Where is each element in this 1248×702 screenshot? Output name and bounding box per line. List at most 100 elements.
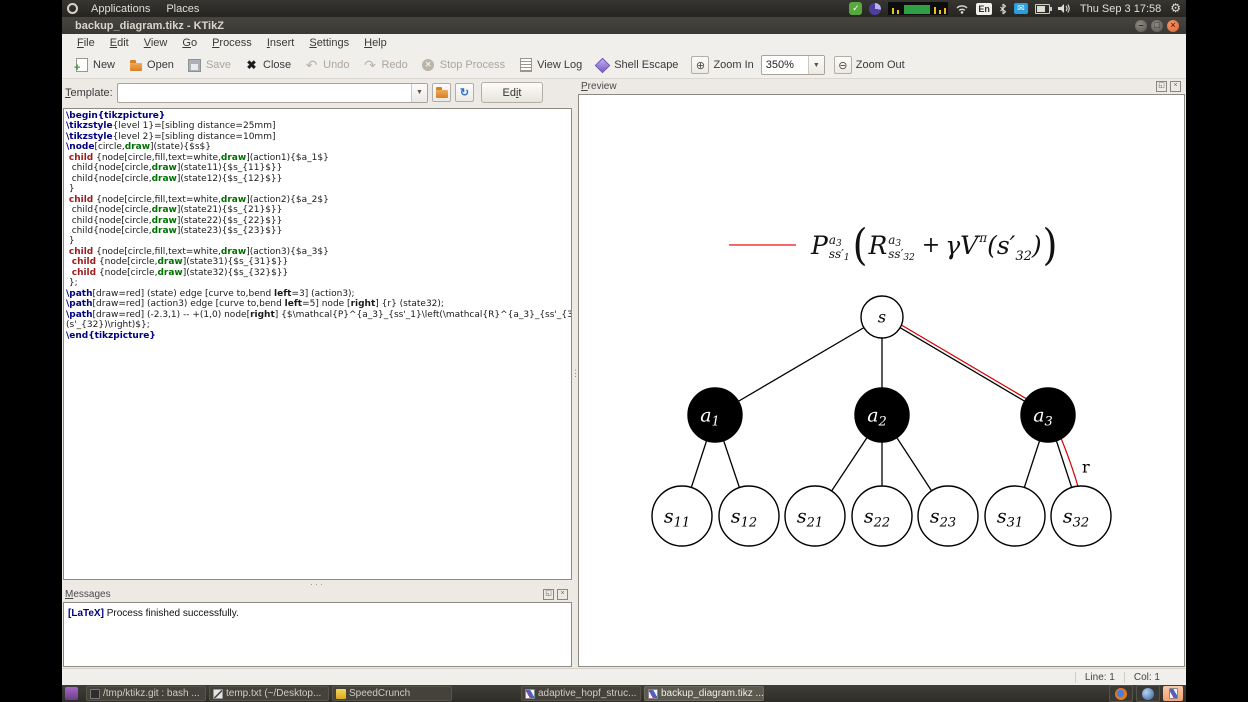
formula-gammaV: γV [945, 230, 979, 260]
code-line: \node[circle,draw](state){$s$} [66, 142, 211, 153]
messages-close-icon[interactable]: × [557, 589, 568, 600]
code-line: child{node[circle,draw](state12){$s_{12}… [66, 173, 283, 184]
undo-button[interactable]: ↶ Undo [300, 56, 356, 74]
preview-float-icon[interactable]: ◱ [1156, 81, 1167, 92]
code-line: } [66, 236, 75, 247]
zoom-out-icon: ⊖ [833, 56, 852, 74]
taskbar-window-label: /tmp/ktikz.git : bash ... [103, 688, 200, 699]
status-line: Line: 1 [1084, 671, 1115, 683]
applications-menu[interactable]: Applications [88, 2, 153, 16]
menu-help[interactable]: Help [357, 35, 395, 51]
zoom-in-button[interactable]: ⊕ Zoom In [687, 54, 755, 76]
bluetooth-icon[interactable] [999, 3, 1007, 15]
ktikz-icon [1168, 688, 1178, 699]
code-line: \begin{tikzpicture} [66, 111, 166, 121]
template-row: Template: ▼ ↻ Ed i t [62, 79, 573, 105]
close-button[interactable]: × [1167, 19, 1179, 32]
shell-escape-button[interactable]: Shell Escape [591, 56, 685, 74]
mail-icon[interactable]: ✉ [1013, 3, 1028, 14]
firefox-launcher[interactable] [1109, 685, 1133, 702]
view-log-button[interactable]: View Log [514, 56, 589, 74]
show-desktop-icon[interactable] [65, 687, 78, 700]
menu-settings[interactable]: Settings [302, 35, 357, 51]
system-load-graph[interactable] [888, 2, 949, 15]
volume-icon[interactable] [1057, 3, 1071, 14]
save-button[interactable]: Save [183, 56, 238, 74]
zoom-combo-arrow-icon[interactable]: ▼ [807, 56, 824, 74]
messages-content: [LaTeX] Process finished successfully. [63, 602, 572, 667]
folder-icon [435, 87, 448, 98]
redo-button[interactable]: ↷ Redo [358, 56, 414, 74]
code-editor[interactable]: \begin{tikzpicture} \tikzstyle{level 1}=[… [63, 108, 572, 580]
system-monitor-launcher-icon [1142, 687, 1154, 700]
desktop: Applications Places ✓ En ✉ Thu Sep 3 17:… [62, 0, 1186, 702]
taskbar-window-button[interactable]: SpeedCrunch [332, 686, 452, 701]
code-line: \path[draw=red] (action3) edge [curve to… [66, 299, 444, 310]
undo-icon: ↶ [305, 57, 318, 73]
wifi-icon[interactable] [955, 3, 969, 14]
menu-edit[interactable]: Edit [103, 35, 137, 51]
main-area: Template: ▼ ↻ Ed i t \begin{tikzpicture} \t… [62, 79, 1186, 668]
battery-icon[interactable] [1034, 3, 1052, 14]
horizontal-splitter[interactable]: ··· [62, 579, 573, 588]
menu-view[interactable]: View [137, 35, 176, 51]
maximize-button[interactable]: □ [1151, 19, 1163, 32]
new-button[interactable]: + New [70, 56, 122, 74]
menu-file[interactable]: File [70, 35, 103, 51]
redo-icon: ↷ [364, 57, 376, 73]
taskbar-window-label: backup_diagram.tikz ... [661, 688, 764, 699]
formula-close-paren: ) [1042, 220, 1058, 270]
template-reload-button[interactable]: ↻ [455, 83, 474, 102]
new-icon: + [74, 58, 89, 74]
template-edit-button[interactable]: Ed i t [481, 82, 543, 103]
window-titlebar[interactable]: backup_diagram.tikz - KTikZ – □ × [62, 17, 1186, 34]
system-monitor-launcher[interactable] [1136, 685, 1160, 702]
template-combo-arrow-icon[interactable]: ▼ [411, 83, 427, 102]
preview-column: Preview ◱ × s a1 a2 a3 s11 s12 s21 s22 s23 s31 s32… [578, 79, 1186, 668]
template-combo[interactable]: ▼ [116, 82, 428, 103]
stop-process-button[interactable]: ✕ Stop Process [417, 56, 512, 74]
taskbar-window-button[interactable]: /tmp/ktikz.git : bash ... [86, 686, 206, 701]
refresh-icon: ↻ [459, 87, 470, 99]
template-open-button[interactable] [432, 83, 451, 102]
taskbar-window-button[interactable]: adaptive_hopf_struc... [521, 686, 641, 701]
pie-indicator-icon[interactable] [869, 2, 882, 15]
zoom-out-button[interactable]: ⊖ Zoom Out [830, 54, 912, 76]
code-line: child {node[circle,draw](state31){$s_{31… [71, 257, 289, 268]
preview-header: Preview ◱ × [578, 79, 1186, 94]
messages-float-icon[interactable]: ◱ [543, 589, 554, 600]
messages-header: Messages ◱ × [62, 587, 573, 602]
open-button[interactable]: Open [124, 56, 181, 74]
code-line: }; [66, 278, 78, 289]
session-gear-icon[interactable]: ⚙ [1170, 2, 1181, 15]
minimize-button[interactable]: – [1135, 19, 1147, 32]
save-icon [187, 58, 202, 72]
taskbar-window-button[interactable]: temp.txt (~/Desktop... [209, 686, 329, 701]
code-line: child{node[circle,draw](state21){$s_{21}… [66, 205, 283, 216]
taskbar-window-label: adaptive_hopf_struc... [538, 688, 637, 699]
keyboard-layout-indicator[interactable]: En [976, 2, 992, 15]
formula-plus: + [921, 232, 941, 258]
taskbar-window-button[interactable]: backup_diagram.tikz ... [644, 686, 764, 701]
menu-go[interactable]: Go [175, 35, 205, 51]
window-title: backup_diagram.tikz - KTikZ [75, 19, 224, 32]
formula-R: R [868, 230, 888, 260]
preview-close-icon[interactable]: × [1170, 81, 1181, 92]
formula-P: P [811, 230, 828, 260]
updates-ok-icon[interactable]: ✓ [849, 2, 863, 15]
places-menu[interactable]: Places [163, 2, 202, 16]
code-line: child {node[circle,fill,text=white,draw]… [68, 152, 329, 163]
shell-escape-icon [594, 57, 611, 73]
close-file-button[interactable]: ✖ Close [240, 56, 298, 74]
statusbar: Line: 1 Col: 1 [62, 668, 1186, 685]
speedcrunch-icon [336, 688, 346, 699]
menu-process[interactable]: Process [205, 35, 260, 51]
messages-title: Messages [65, 589, 111, 600]
ktikz-notification-tile[interactable] [1163, 686, 1183, 701]
taskbar-window-label: SpeedCrunch [349, 688, 411, 699]
clock[interactable]: Thu Sep 3 17:58 [1078, 3, 1163, 15]
ubuntu-logo-icon[interactable] [67, 3, 78, 14]
menu-insert[interactable]: Insert [260, 35, 303, 51]
code-line: child{node[circle,draw](state11){$s_{11}… [66, 163, 283, 174]
zoom-level-combo[interactable]: 350% ▼ [760, 55, 825, 75]
